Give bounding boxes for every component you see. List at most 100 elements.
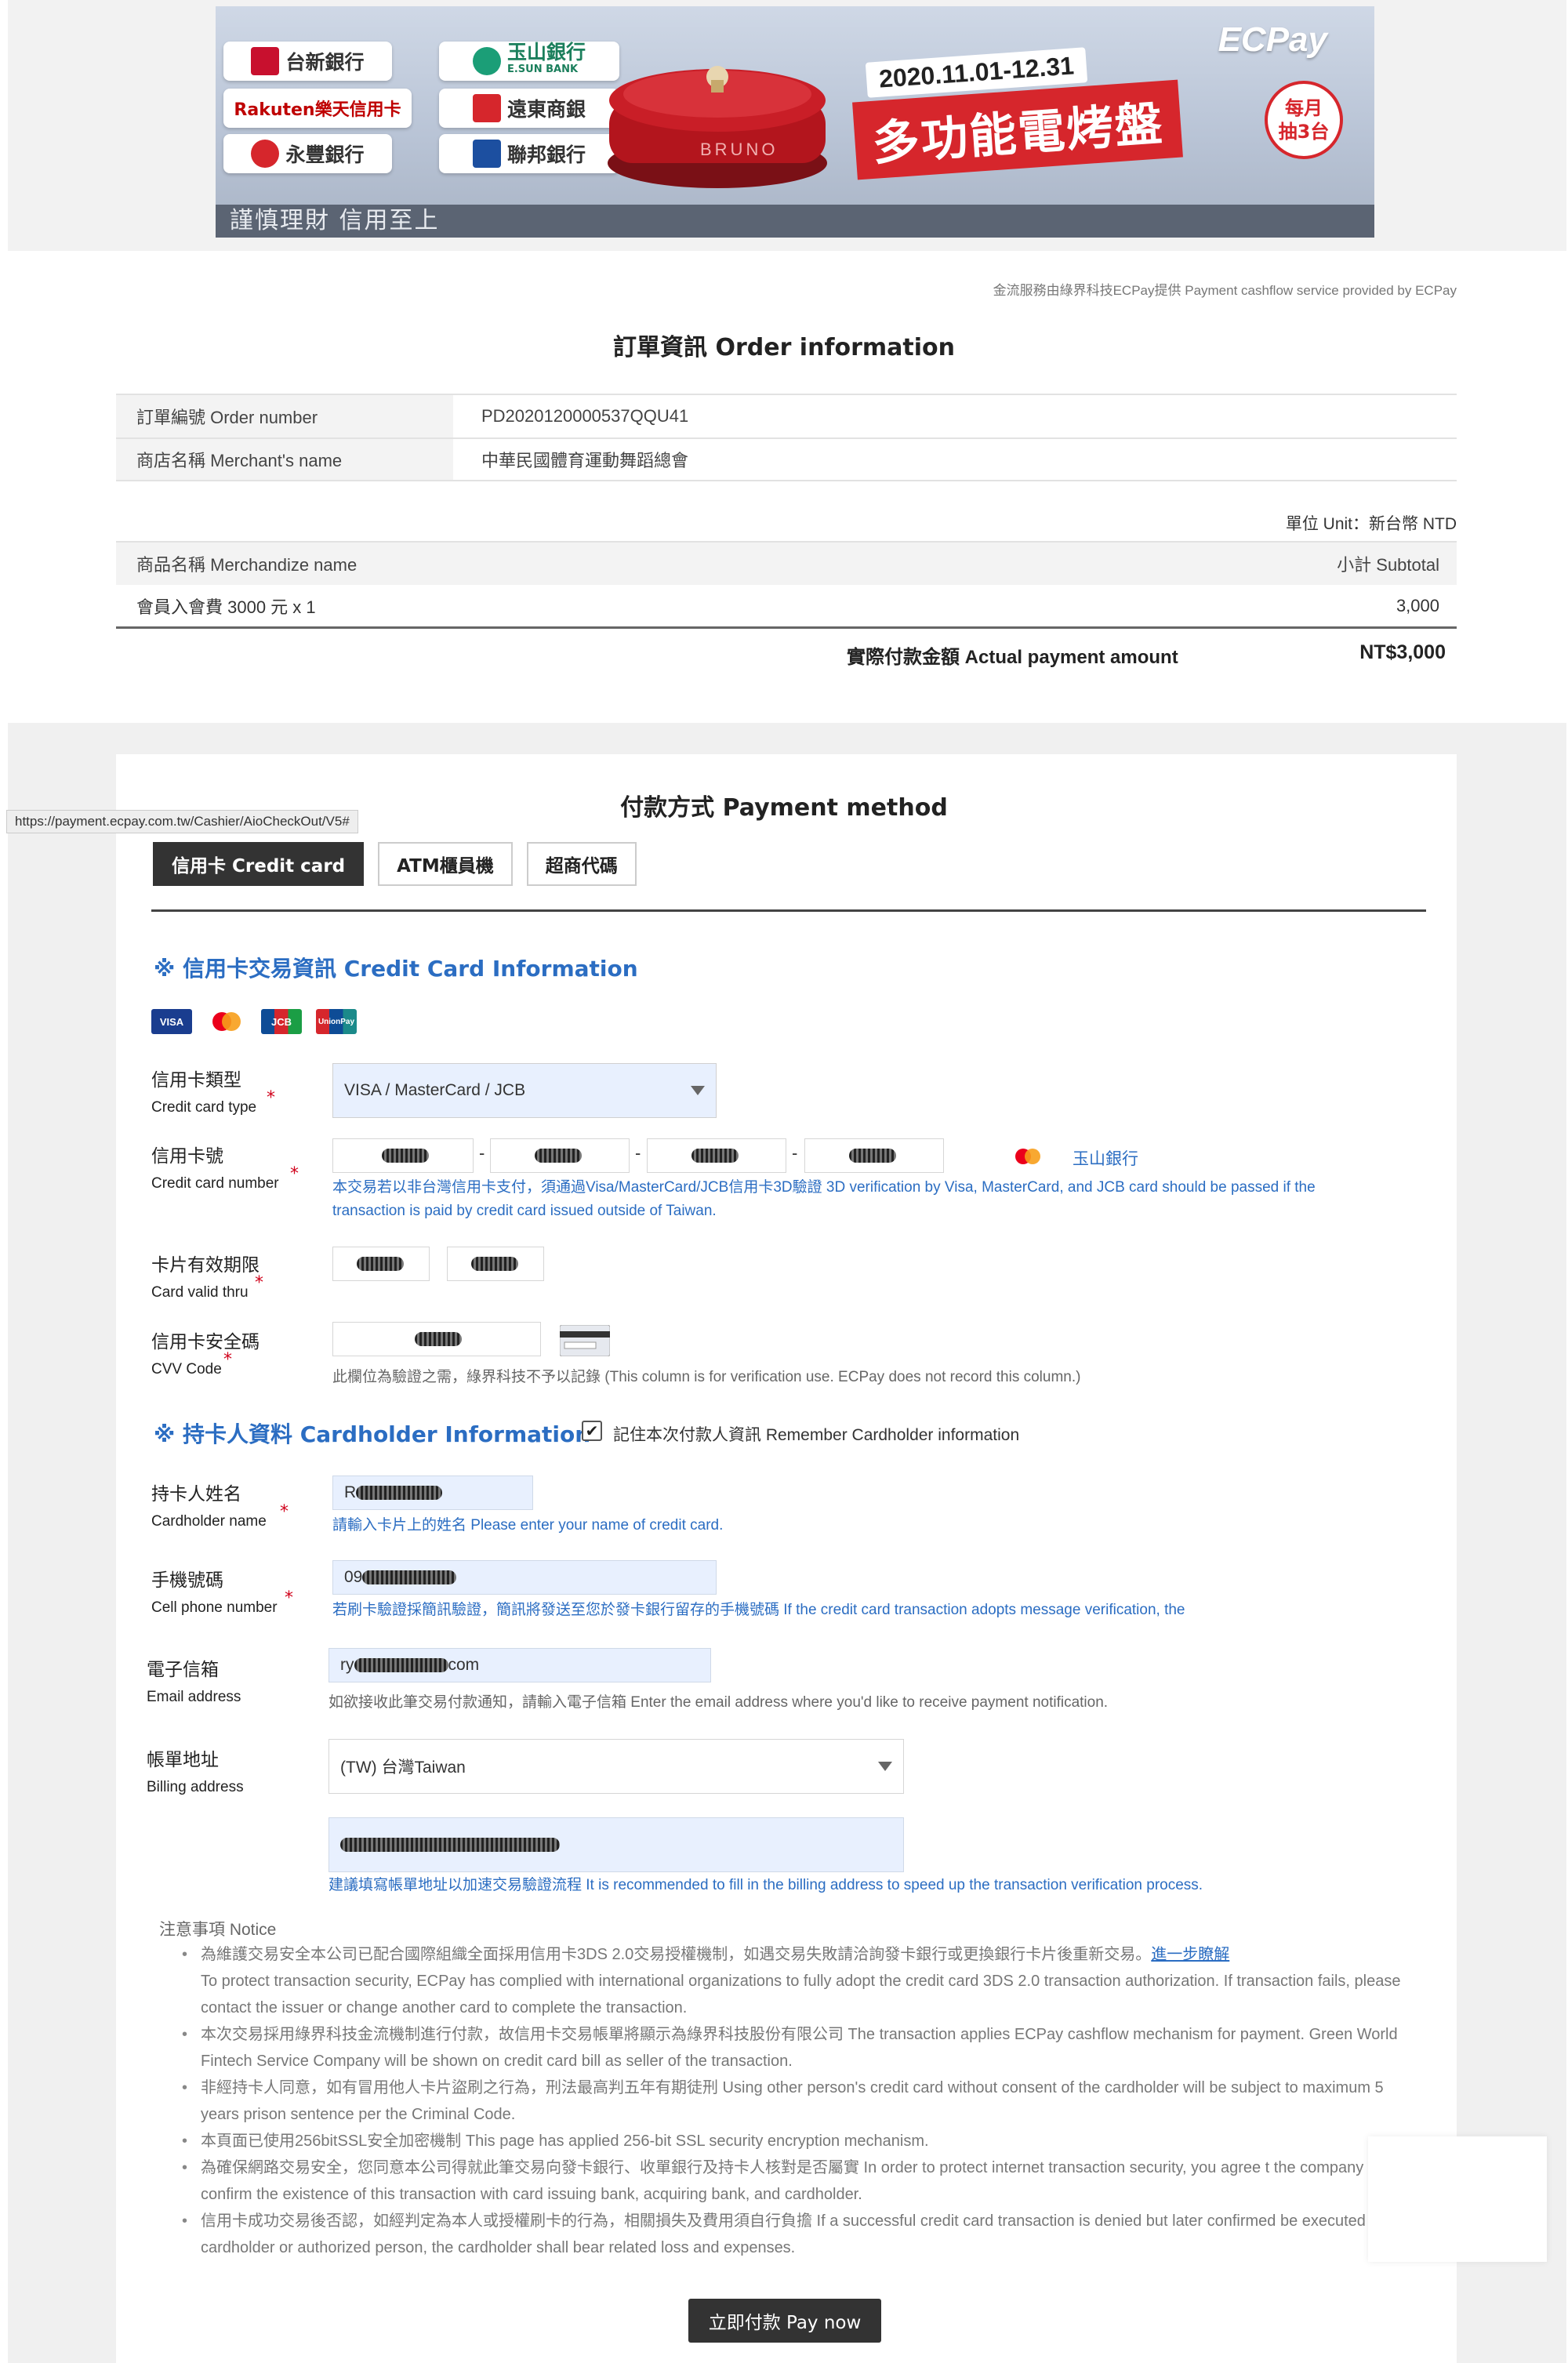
bank-tile-fareastern: 遠東商銀 (439, 89, 619, 128)
learn-more-link[interactable]: 進一步瞭解 (1151, 1946, 1229, 1963)
email-label-en: Email address (147, 1689, 241, 1705)
floating-overlay-box (1368, 2136, 1547, 2262)
masked-value (340, 1838, 560, 1852)
card-number-field-1[interactable] (332, 1138, 474, 1173)
card-number-field-3[interactable] (647, 1138, 786, 1173)
masked-value (356, 1486, 443, 1500)
product-brand-label: BRUNO (700, 140, 779, 159)
credit-card-section-title: ※ 信用卡交易資訊 Credit Card Information (154, 956, 638, 982)
card-type-value: VISA / MasterCard / JCB (344, 1081, 526, 1099)
notice-text: 非經持卡人同意，如有冒用他人卡片盜刷之行為，刑法最高判五年有期徒刑 Using … (201, 2079, 1384, 2123)
notice-text: 本次交易採用綠界科技金流機制進行付款，故信用卡交易帳單將顯示為綠界科技股份有限公… (201, 2026, 1398, 2070)
notice-text-en: To protect transaction security, ECPay h… (201, 1973, 1401, 2016)
email-input[interactable]: ry com (328, 1648, 711, 1682)
card-type-label: 信用卡類型 * Credit card type (151, 1065, 275, 1116)
order-number-label: 訂單編號 Order number (116, 395, 453, 437)
billing-country-value: (TW) 台灣Taiwan (340, 1759, 466, 1777)
electric-grill-image (608, 66, 827, 188)
holder-name-label-en: Cardholder name (151, 1513, 267, 1530)
billing-hint: 建議填寫帳單地址以加速交易驗證流程 It is recommended to f… (328, 1877, 1203, 1893)
cvv-label-zh: 信用卡安全碼 (151, 1332, 260, 1352)
input-value-prefix: R (344, 1483, 357, 1501)
mastercard-icon (1015, 1149, 1040, 1164)
banner-area: 台新銀行 玉山銀行 E.SUN BANK Rakuten樂天信用卡 遠東商銀 永… (8, 0, 1566, 251)
dash-separator: - (792, 1143, 798, 1163)
cell-phone-input[interactable]: 09 (332, 1560, 717, 1595)
merchandise-item: 會員入會費 3000 元 x 1 (136, 597, 316, 617)
cvv-field[interactable] (332, 1322, 541, 1356)
bank-name: 台新銀行 (285, 51, 365, 74)
notice-item: 本次交易採用綠界科技金流機制進行付款，故信用卡交易帳單將顯示為綠界科技股份有限公… (182, 2021, 1405, 2074)
fareastern-logo-icon (472, 94, 501, 122)
bank-tile-rakuten: Rakuten樂天信用卡 (223, 89, 412, 128)
masked-value (357, 1257, 404, 1271)
merchant-row: 商店名稱 Merchant's name 中華民國體育運動舞蹈總會 (116, 437, 1457, 481)
required-mark: * (255, 1273, 263, 1293)
phone-label-zh: 手機號碼 (151, 1570, 223, 1591)
notice-item: 為確保網路交易安全，您同意本公司得就此筆交易向發卡銀行、收單銀行及持卡人核對是否… (182, 2154, 1405, 2208)
remember-checkbox[interactable]: ✔ (582, 1421, 602, 1441)
input-value-prefix: ry (340, 1656, 354, 1674)
remember-label[interactable]: 記住本次付款人資訊 Remember Cardholder informatio… (613, 1422, 1019, 1446)
holder-name-hint: 請輸入卡片上的姓名 Please enter your name of cred… (332, 1517, 724, 1534)
tab-atm[interactable]: ATM櫃員機 (378, 842, 513, 886)
chevron-down-icon (878, 1762, 892, 1771)
card-number-field-2[interactable] (490, 1138, 630, 1173)
promo-badge: 每月 抽3台 (1265, 81, 1343, 159)
visa-icon: VISA (151, 1009, 192, 1034)
masked-value (691, 1149, 739, 1163)
email-label: 電子信箱 Email address (147, 1654, 241, 1706)
cardholder-name-input[interactable]: R (332, 1476, 533, 1510)
email-hint: 如欲接收此筆交易付款通知，請輸入電子信箱 Enter the email add… (328, 1694, 1109, 1711)
banner-slogan: 謹慎理財 信用至上 (216, 205, 1374, 238)
notice-item: 為維護交易安全本公司已配合國際組織全面採用信用卡3DS 2.0交易授權機制，如遇… (182, 1941, 1405, 2021)
order-number-row: 訂單編號 Order number PD2020120000537QQU41 (116, 394, 1457, 437)
input-value-suffix: com (448, 1656, 480, 1674)
order-info-title: 訂單資訊 Order information (613, 334, 955, 361)
card-type-select[interactable]: VISA / MasterCard / JCB (332, 1063, 717, 1118)
promo-banner[interactable]: 台新銀行 玉山銀行 E.SUN BANK Rakuten樂天信用卡 遠東商銀 永… (216, 6, 1374, 238)
bank-tile-taishin: 台新銀行 (223, 42, 392, 81)
masked-value (471, 1257, 518, 1271)
card-number-label-zh: 信用卡號 (151, 1146, 223, 1167)
merchandise-name-header: 商品名稱 Merchandize name (136, 555, 358, 575)
email-label-zh: 電子信箱 (147, 1660, 219, 1680)
cardholder-section-title: ※ 持卡人資料 Cardholder Information (154, 1421, 591, 1447)
bank-name: 玉山銀行 (506, 41, 586, 64)
actual-amount-label: 實際付款金額 Actual payment amount (847, 647, 1178, 668)
expiry-month-field[interactable] (332, 1247, 430, 1281)
card-number-field-4[interactable] (804, 1138, 944, 1173)
phone-label: 手機號碼 * Cell phone number (151, 1565, 293, 1617)
masked-value (535, 1149, 582, 1163)
pay-now-button[interactable]: 立即付款 Pay now (688, 2299, 881, 2343)
check-icon: ✔ (585, 1422, 599, 1440)
billing-address-input[interactable] (328, 1817, 904, 1872)
tab-convenience-store[interactable]: 超商代碼 (526, 842, 637, 886)
cvv-label: 信用卡安全碼 * CVV Code (151, 1327, 260, 1378)
tab-credit-card[interactable]: 信用卡 Credit card (153, 842, 365, 886)
card-brand-icons: VISA JCB UnionPay (151, 1009, 357, 1034)
cvv-label-en: CVV Code (151, 1361, 222, 1378)
bank-tile-sinopac: 永豐銀行 (223, 134, 392, 173)
valid-thru-label: 卡片有效期限 * Card valid thru (151, 1250, 263, 1301)
merchant-value: 中華民國體育運動舞蹈總會 (481, 451, 689, 470)
phone-label-en: Cell phone number (151, 1599, 278, 1616)
expiry-year-field[interactable] (447, 1247, 544, 1281)
bank-tile-esun: 玉山銀行 E.SUN BANK (439, 42, 619, 81)
masked-value (415, 1332, 462, 1346)
jcb-icon: JCB (261, 1009, 302, 1034)
notice-item: 信用卡成功交易後否認，如經判定為本人或授權刷卡的行為，相關損失及費用須自行負擔 … (182, 2208, 1405, 2261)
card-type-label-zh: 信用卡類型 (151, 1070, 241, 1091)
required-mark: * (223, 1350, 232, 1370)
billing-label: 帳單地址 Billing address (147, 1744, 244, 1796)
notice-text: 為維護交易安全本公司已配合國際組織全面採用信用卡3DS 2.0交易授權機制，如遇… (201, 1946, 1152, 1963)
bank-name: Rakuten樂天信用卡 (234, 100, 401, 120)
unionpay-icon: UnionPay (316, 1009, 357, 1034)
notice-text: 為確保網路交易安全，您同意本公司得就此筆交易向發卡銀行、收單銀行及持卡人核對是否… (201, 2159, 1398, 2203)
billing-label-en: Billing address (147, 1779, 244, 1795)
order-info-table: 訂單編號 Order number PD2020120000537QQU41 商… (116, 394, 1457, 481)
billing-country-select[interactable]: (TW) 台灣Taiwan (328, 1739, 904, 1794)
bank-sub-name: E.SUN BANK (506, 64, 579, 75)
order-number-value: PD2020120000537QQU41 (481, 406, 689, 426)
masked-value (354, 1658, 448, 1672)
